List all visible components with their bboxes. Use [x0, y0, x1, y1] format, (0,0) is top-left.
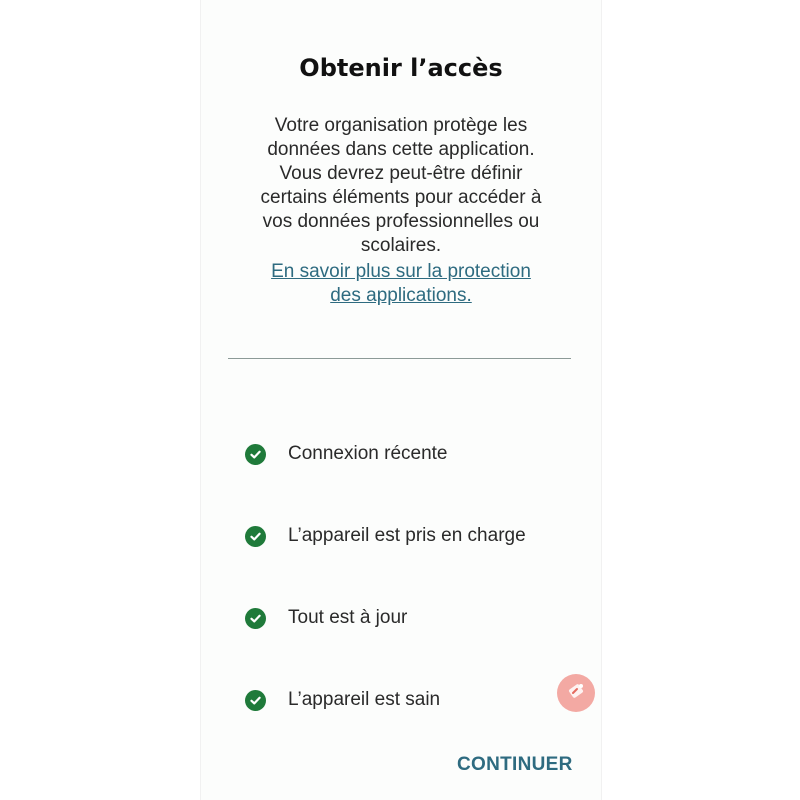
checklist-item-device-healthy: L’appareil est sain [245, 686, 440, 714]
dialog-description: Votre organisation protège les données d… [231, 114, 571, 258]
screen-record-button[interactable] [557, 674, 595, 712]
continue-button[interactable]: CONTINUER [457, 754, 573, 776]
checklist-item-recent-sign-in: Connexion récente [245, 440, 448, 468]
check-circle-icon [245, 607, 266, 629]
app-screen: Obtenir l’accès Votre organisation protè… [200, 0, 602, 800]
checklist-label: Tout est à jour [288, 607, 408, 628]
checklist-label: Connexion récente [288, 443, 448, 464]
dialog-title: Obtenir l’accès [299, 54, 503, 82]
divider [228, 358, 571, 359]
page: Obtenir l’accès Votre organisation protè… [0, 0, 800, 800]
learn-more-line[interactable]: des applications. [241, 284, 561, 308]
check-circle-icon [245, 443, 266, 465]
check-circle-icon [245, 525, 266, 547]
checklist-item-up-to-date: Tout est à jour [245, 604, 407, 632]
checklist-item-device-supported: L’appareil est pris en charge [245, 522, 526, 550]
description-line: Votre organisation protège les [274, 115, 528, 136]
checklist-label: L’appareil est sain [288, 689, 441, 710]
description-line: certains éléments pour accéder à [260, 187, 542, 208]
learn-more-line[interactable]: En savoir plus sur la protection [241, 260, 561, 284]
description-line: Vous devrez peut-être définir [279, 163, 523, 184]
screen-record-icon [565, 680, 587, 707]
check-circle-icon [245, 689, 266, 711]
learn-more-link[interactable]: En savoir plus sur la protection des app… [241, 260, 561, 308]
description-line: données dans cette application. [267, 139, 535, 160]
description-line: vos données professionnelles ou [262, 211, 540, 232]
description-line: scolaires. [360, 235, 442, 256]
checklist-label: L’appareil est pris en charge [288, 525, 526, 546]
